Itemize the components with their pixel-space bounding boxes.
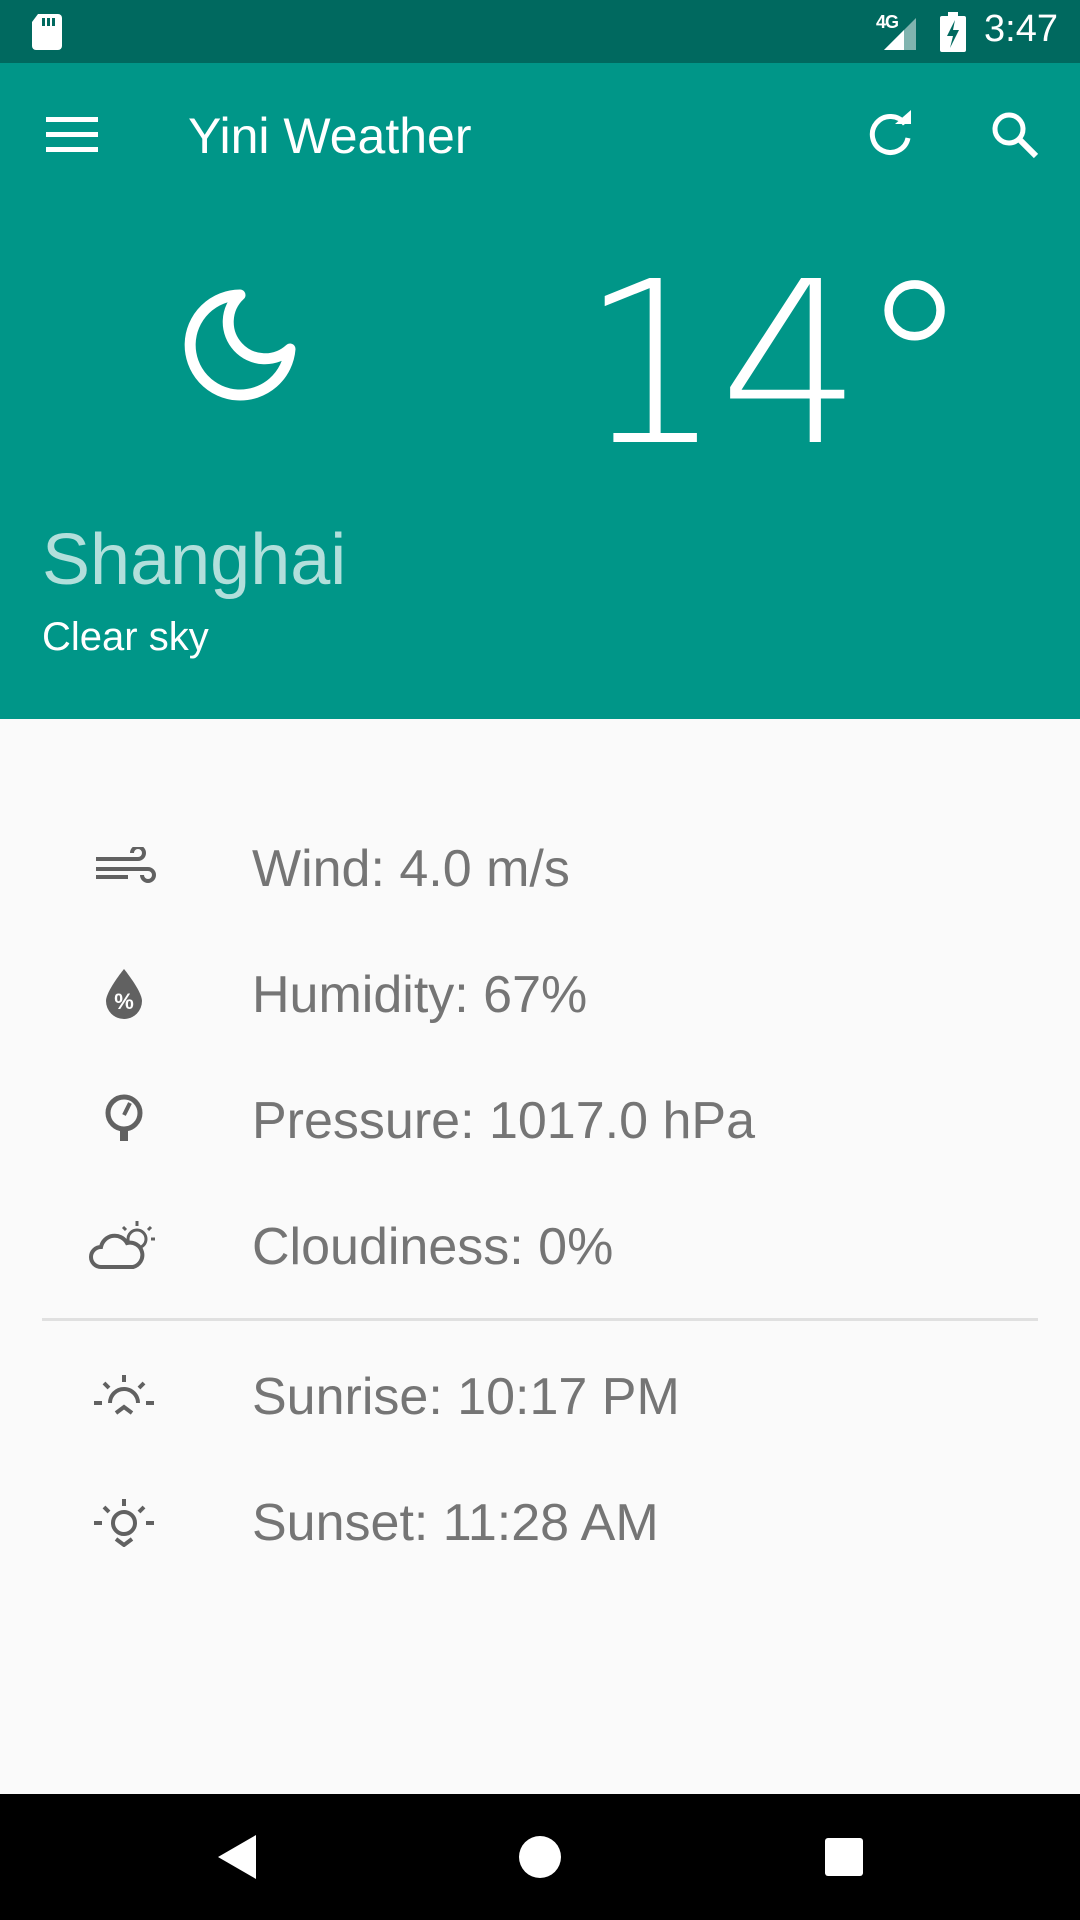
refresh-button[interactable] [850,95,930,175]
sunset-icon [94,1499,154,1547]
search-button[interactable] [975,95,1055,175]
detail-text: Humidity: 67% [252,966,588,1024]
home-button[interactable] [502,1819,578,1895]
moon-icon [184,289,296,401]
menu-icon [46,117,98,152]
detail-row-wind: Wind: 4.0 m/s [0,817,1080,917]
back-icon [218,1835,256,1879]
detail-text: Wind: 4.0 m/s [252,840,570,898]
detail-row-humidity: % Humidity: 67% [0,943,1080,1043]
refresh-icon [869,110,911,155]
home-icon [519,1836,561,1878]
detail-row-sunset: Sunset: 11:28 AM [0,1471,1080,1571]
detail-row-pressure: Pressure: 1017.0 hPa [0,1069,1080,1169]
status-clock: 3:47 [984,8,1058,50]
city-name: Shanghai [42,520,347,600]
recents-icon [825,1838,863,1876]
system-nav-bar [0,1794,1080,1920]
recents-button[interactable] [806,1819,882,1895]
detail-text: Sunrise: 10:17 PM [252,1368,680,1426]
divider [42,1318,1038,1321]
menu-button[interactable] [32,95,112,175]
svg-text:%: % [114,989,134,1014]
back-button[interactable] [200,1819,276,1895]
pressure-icon [105,1094,143,1141]
detail-row-cloudiness: Cloudiness: 0% [0,1195,1080,1295]
search-icon [992,112,1039,159]
weather-description: Clear sky [42,615,209,659]
app-title: Yini Weather [188,108,472,164]
current-weather-panel: Yini Weather 14° Shanghai Clear sky [0,63,1080,719]
sd-card-icon [32,14,62,50]
detail-text: Sunset: 11:28 AM [252,1494,659,1552]
status-bar: 4G 3:47 [0,0,1080,63]
humidity-icon: % [106,969,142,1019]
detail-row-sunrise: Sunrise: 10:17 PM [0,1345,1080,1445]
cloudiness-icon [89,1221,155,1269]
battery-charging-icon [940,12,966,52]
detail-text: Pressure: 1017.0 hPa [252,1092,755,1150]
current-temperature: 14° [580,234,971,496]
detail-text: Cloudiness: 0% [252,1218,614,1276]
sunrise-icon [94,1375,154,1415]
wind-icon [96,847,156,883]
cell-signal-icon [884,18,916,50]
